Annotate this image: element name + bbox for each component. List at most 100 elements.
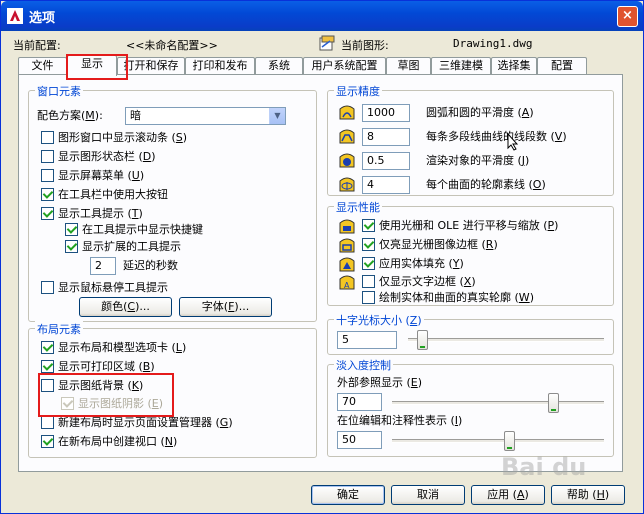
xref-fade-slider-track[interactable] — [392, 401, 604, 405]
paper-background-highlight-box — [38, 373, 174, 417]
xref-fade-label: 外部参照显示 (E) — [337, 376, 423, 389]
display-resolution-title: 显示精度 — [334, 83, 382, 99]
crosshair-size-slider-thumb[interactable] — [417, 330, 428, 350]
checkbox-create-viewport[interactable]: 在新布局中创建视口 (N) — [41, 435, 177, 451]
inplace-fade-slider-track[interactable] — [392, 439, 604, 443]
checkbox-box[interactable] — [41, 207, 54, 220]
checkbox-raster-ole-pan-zoom[interactable]: 使用光栅和 OLE 进行平移与缩放 (P) — [362, 219, 558, 235]
checkbox-shortcut-keys[interactable]: 在工具提示中显示快捷键 — [65, 223, 203, 239]
checkbox-layout-model-tabs[interactable]: 显示布局和模型选项卡 (L) — [41, 341, 186, 357]
checkbox-tooltips[interactable]: 显示工具提示 (T) — [41, 207, 143, 223]
contour-lines-input[interactable]: 4 — [362, 176, 410, 194]
checkbox-box[interactable] — [362, 238, 375, 251]
checkbox-large-buttons[interactable]: 在工具栏中使用大按钮 — [41, 188, 168, 204]
arc-smoothness-icon — [339, 105, 355, 120]
title-bar[interactable]: 选项 × — [1, 1, 643, 31]
inplace-fade-slider-thumb[interactable] — [504, 431, 515, 451]
checkbox-box[interactable] — [41, 435, 54, 448]
polyline-segments-label: 每条多段线曲线的线段数 (V) — [426, 130, 567, 143]
tab-system[interactable]: 系统 — [255, 57, 303, 75]
crosshair-size-slider-track[interactable] — [408, 338, 604, 342]
checkbox-box[interactable] — [65, 223, 78, 236]
checkbox-screen-menu[interactable]: 显示屏幕菜单 (U) — [41, 169, 144, 185]
options-dialog: 选项 × 当前配置: <<未命名配置>> 当前图形: Drawing1.dwg … — [0, 0, 644, 514]
checkbox-box[interactable] — [41, 188, 54, 201]
checkbox-rollover-tooltips[interactable]: 显示鼠标悬停工具提示 — [41, 281, 168, 297]
tab-highlight-box — [66, 54, 128, 80]
tab-selection[interactable]: 选择集 — [491, 57, 537, 75]
tab-user-preferences[interactable]: 用户系统配置 — [303, 57, 386, 75]
contour-lines-icon — [339, 177, 355, 192]
ok-button[interactable]: 确定 — [311, 485, 385, 505]
arc-smoothness-input[interactable]: 1000 — [362, 104, 410, 122]
tab-plot-publish[interactable]: 打印和发布 — [185, 57, 255, 75]
autocad-app-icon — [7, 8, 23, 24]
polyline-segments-input[interactable]: 8 — [362, 128, 410, 146]
fade-control-title: 淡入度控制 — [334, 357, 393, 373]
checkbox-box[interactable] — [362, 291, 375, 304]
checkbox-box[interactable] — [41, 150, 54, 163]
tab-3d-modeling[interactable]: 三维建模 — [431, 57, 491, 75]
raster-frame-icon — [339, 238, 355, 253]
help-button[interactable]: 帮助 (H) — [551, 485, 625, 505]
render-smoothness-input[interactable]: 0.5 — [362, 152, 410, 170]
current-drawing-label: 当前图形: — [341, 39, 389, 52]
cancel-button[interactable]: 取消 — [391, 485, 465, 505]
current-profile-label: 当前配置: — [13, 39, 61, 52]
layout-elements-title: 布局元素 — [35, 321, 83, 337]
checkbox-apply-solid-fill[interactable]: 应用实体填充 (Y) — [362, 257, 464, 273]
checkbox-box[interactable] — [41, 131, 54, 144]
checkbox-box[interactable] — [65, 240, 78, 253]
mouse-cursor-icon — [507, 133, 519, 151]
xref-fade-input[interactable]: 70 — [337, 393, 382, 411]
checkbox-true-silhouettes[interactable]: 绘制实体和曲面的真实轮廓 (W) — [362, 291, 534, 307]
contour-lines-label: 每个曲面的轮廓素线 (O) — [426, 178, 546, 191]
checkbox-status-bar[interactable]: 显示图形状态栏 (D) — [41, 150, 156, 166]
checkbox-raster-frame-only[interactable]: 仅亮显光栅图像边框 (R) — [362, 238, 498, 254]
drawing-file-icon — [319, 35, 335, 51]
window-elements-title: 窗口元素 — [35, 83, 83, 99]
inplace-fade-input[interactable]: 50 — [337, 431, 382, 449]
fade-control-group: 淡入度控制 外部参照显示 (E) 70 在位编辑和注释性表示 (I) 50 — [327, 357, 614, 457]
checkbox-box[interactable] — [362, 257, 375, 270]
window-elements-group: 窗口元素 配色方案(M): 暗 ▼ 图形窗口中显示滚动条 (S) 显示图形状态栏… — [28, 83, 317, 322]
render-smoothness-icon — [339, 153, 355, 168]
checkbox-box[interactable] — [41, 169, 54, 182]
baidu-watermark: Bai du — [501, 453, 587, 481]
checkbox-scrollbars[interactable]: 图形窗口中显示滚动条 (S) — [41, 131, 187, 147]
checkbox-extended-tooltips[interactable]: 显示扩展的工具提示 — [65, 240, 181, 256]
color-scheme-select[interactable]: 暗 ▼ — [125, 107, 286, 125]
delay-seconds-input[interactable]: 2 — [90, 257, 116, 275]
checkbox-box[interactable] — [41, 341, 54, 354]
fonts-button[interactable]: 字体(F)... — [179, 297, 272, 317]
checkbox-box[interactable] — [41, 281, 54, 294]
checkbox-text-frame-only[interactable]: 仅显示文字边框 (X) — [362, 275, 476, 291]
checkbox-box[interactable] — [41, 360, 54, 373]
display-resolution-group: 显示精度 1000 圆弧和圆的平滑度 (A) 8 每条多段线曲线的线段数 (V)… — [327, 83, 614, 196]
apply-button[interactable]: 应用 (A) — [471, 485, 545, 505]
chevron-down-icon[interactable]: ▼ — [269, 108, 285, 124]
checkbox-page-setup-manager[interactable]: 新建布局时显示页面设置管理器 (G) — [41, 416, 233, 432]
display-tab-panel: 窗口元素 配色方案(M): 暗 ▼ 图形窗口中显示滚动条 (S) 显示图形状态栏… — [18, 74, 623, 472]
crosshair-size-input[interactable]: 5 — [337, 331, 397, 349]
display-performance-title: 显示性能 — [334, 199, 382, 215]
tab-profiles[interactable]: 配置 — [537, 57, 587, 75]
checkbox-box[interactable] — [362, 275, 375, 288]
polyline-segments-icon — [339, 129, 355, 144]
inplace-fade-label: 在位编辑和注释性表示 (I) — [337, 414, 463, 427]
solid-fill-icon — [339, 257, 355, 272]
xref-fade-slider-thumb[interactable] — [548, 393, 559, 413]
tab-drafting[interactable]: 草图 — [386, 57, 431, 75]
text-frame-icon: A — [339, 275, 355, 290]
colors-button[interactable]: 颜色(C)... — [79, 297, 172, 317]
delay-seconds-label: 延迟的秒数 — [123, 259, 178, 272]
current-drawing-value: Drawing1.dwg — [453, 37, 533, 50]
raster-pan-zoom-icon — [339, 219, 355, 234]
checkbox-box[interactable] — [41, 416, 54, 429]
display-performance-group: 显示性能 使用光栅和 OLE 进行平移与缩放 (P) 仅亮显光栅图像边框 (R)… — [327, 199, 614, 307]
current-profile-value: <<未命名配置>> — [126, 39, 218, 52]
tab-files[interactable]: 文件 — [18, 57, 67, 75]
close-button[interactable]: × — [617, 6, 638, 27]
crosshair-size-group: 十字光标大小 (Z) 5 — [327, 312, 614, 355]
checkbox-box[interactable] — [362, 219, 375, 232]
